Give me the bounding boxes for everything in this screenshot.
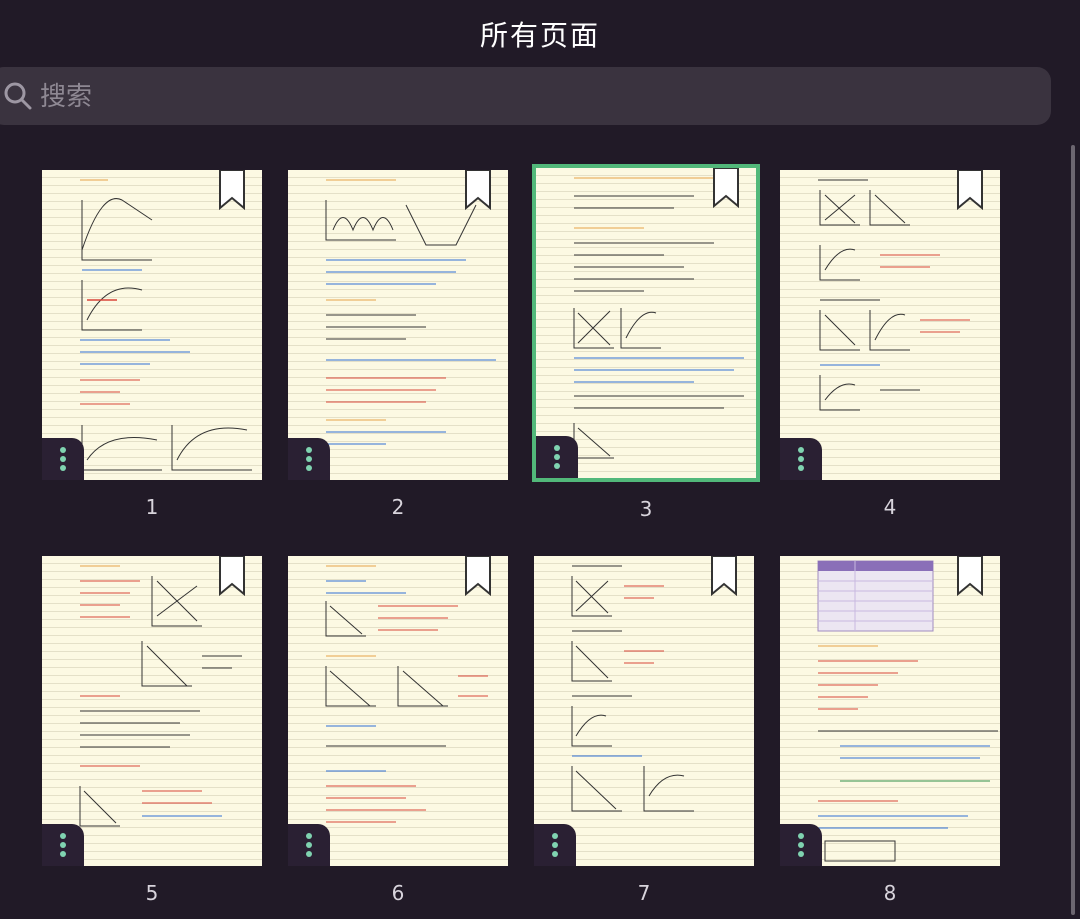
more-vertical-icon-dot	[306, 456, 312, 462]
page-menu-button[interactable]	[534, 824, 576, 866]
more-vertical-icon	[798, 447, 804, 453]
more-vertical-icon-dot	[60, 465, 66, 471]
page-thumbnail-5[interactable]	[42, 556, 262, 866]
more-vertical-icon-dot	[306, 842, 312, 848]
page-sketch-2	[325, 179, 496, 445]
more-vertical-icon	[60, 833, 66, 839]
search-icon	[4, 82, 32, 110]
more-vertical-icon-dot	[554, 463, 560, 469]
bookmark-icon[interactable]	[464, 556, 492, 596]
page-thumbnail-2[interactable]	[288, 170, 508, 480]
bookmark-icon[interactable]	[218, 170, 246, 210]
scrollbar[interactable]	[1071, 145, 1075, 915]
more-vertical-icon-dot	[306, 465, 312, 471]
page-thumbnail-8[interactable]	[780, 556, 1000, 866]
page-menu-button[interactable]	[780, 824, 822, 866]
more-vertical-icon	[554, 445, 560, 451]
page-thumbnail-1[interactable]	[42, 170, 262, 480]
page-sketch-6	[325, 565, 488, 823]
page-number: 5	[145, 881, 159, 905]
page-sketch-1	[80, 179, 252, 471]
page-thumbnail-6[interactable]	[288, 556, 508, 866]
page-menu-button[interactable]	[288, 438, 330, 480]
page-thumbnail-4[interactable]	[780, 170, 1000, 480]
more-vertical-icon	[306, 833, 312, 839]
more-vertical-icon-dot	[798, 465, 804, 471]
more-vertical-icon-dot	[60, 456, 66, 462]
bookmark-icon[interactable]	[464, 170, 492, 210]
page-title: 所有页面	[479, 19, 600, 52]
page-menu-button[interactable]	[288, 824, 330, 866]
bookmark-icon[interactable]	[218, 556, 246, 596]
page-thumbnail-7[interactable]	[534, 556, 754, 866]
page-number: 6	[391, 881, 405, 905]
more-vertical-icon-dot	[552, 851, 558, 857]
page-menu-button[interactable]	[42, 438, 84, 480]
page-sketch-4	[818, 179, 970, 411]
page-sketch-5	[79, 565, 242, 827]
more-vertical-icon	[306, 447, 312, 453]
more-vertical-icon-dot	[798, 842, 804, 848]
page-number: 3	[639, 497, 653, 521]
bookmark-icon[interactable]	[956, 556, 984, 596]
more-vertical-icon-dot	[60, 842, 66, 848]
page-menu-button[interactable]	[536, 436, 578, 478]
more-vertical-icon-dot	[798, 456, 804, 462]
page-sketch-7	[571, 565, 694, 812]
more-vertical-icon-dot	[306, 851, 312, 857]
more-vertical-icon	[552, 833, 558, 839]
page-sketch-3	[573, 177, 744, 459]
bookmark-icon[interactable]	[710, 556, 738, 596]
page-thumbnail-3[interactable]	[532, 164, 760, 482]
more-vertical-icon-dot	[60, 851, 66, 857]
more-vertical-icon	[60, 447, 66, 453]
bookmark-icon[interactable]	[956, 170, 984, 210]
more-vertical-icon-dot	[554, 454, 560, 460]
page-number: 4	[883, 495, 897, 519]
page-number: 7	[637, 881, 651, 905]
bookmark-icon[interactable]	[712, 168, 740, 208]
page-sketch-8	[817, 560, 998, 862]
more-vertical-icon	[798, 833, 804, 839]
page-menu-button[interactable]	[42, 824, 84, 866]
search-input[interactable]	[38, 76, 942, 118]
page-menu-button[interactable]	[780, 438, 822, 480]
page-number: 1	[145, 495, 159, 519]
search-bar[interactable]	[0, 67, 1051, 125]
page-number: 8	[883, 881, 897, 905]
more-vertical-icon-dot	[798, 851, 804, 857]
page-number: 2	[391, 495, 405, 519]
more-vertical-icon-dot	[552, 842, 558, 848]
